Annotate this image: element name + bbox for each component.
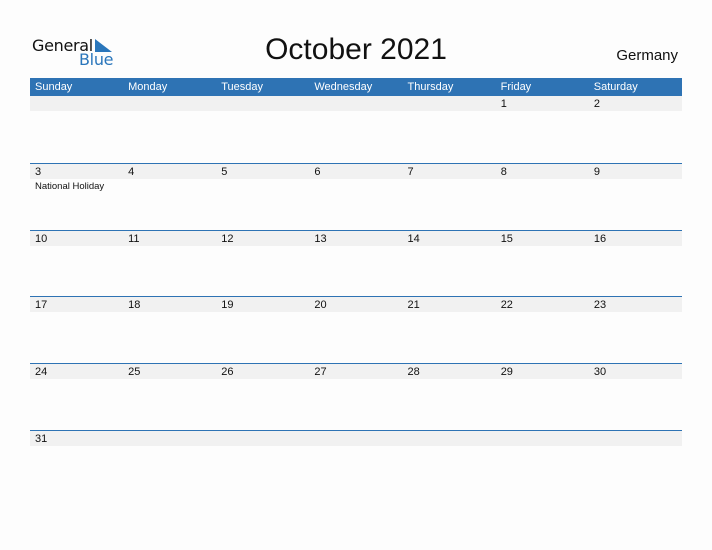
day-cell: 25	[123, 364, 216, 431]
day-number: 20	[314, 299, 327, 311]
day-cell	[309, 431, 402, 498]
day-number: 31	[35, 433, 48, 445]
weekday-header: Sunday Monday Tuesday Wednesday Thursday…	[30, 78, 682, 96]
day-number: 8	[500, 166, 507, 178]
week-row: 17 18 19 20 21 22 23	[30, 296, 682, 364]
day-number: 10	[35, 233, 48, 245]
day-cell: 5	[216, 164, 309, 231]
day-cell: 28	[403, 364, 496, 431]
day-cell: 21	[403, 297, 496, 364]
weekday-sunday: Sunday	[35, 81, 73, 93]
day-number: 26	[221, 366, 234, 378]
day-cell: 15	[496, 231, 589, 298]
day-cell: 31	[30, 431, 123, 498]
day-number: 17	[35, 299, 48, 311]
weekday-saturday: Saturday	[593, 81, 638, 93]
day-cell: 22	[496, 297, 589, 364]
day-cell: 2	[589, 96, 682, 163]
day-number: 6	[314, 166, 321, 178]
day-number: 29	[500, 366, 513, 378]
day-cell: 12	[216, 231, 309, 298]
day-number: 25	[128, 366, 141, 378]
day-cell: 23	[589, 297, 682, 364]
day-cell: 24	[30, 364, 123, 431]
weekday-monday: Monday	[128, 81, 168, 93]
week-row: 24 25 26 27 28 29 30	[30, 363, 682, 431]
day-cell: 14	[403, 231, 496, 298]
day-number: 18	[128, 299, 141, 311]
day-cell: 8	[496, 164, 589, 231]
day-cell	[123, 431, 216, 498]
day-number: 28	[407, 366, 420, 378]
day-number: 27	[314, 366, 327, 378]
day-cell	[403, 96, 496, 163]
day-number: 11	[128, 233, 140, 245]
day-number: 12	[221, 233, 234, 245]
day-cell: 4	[123, 164, 216, 231]
day-number: 15	[500, 233, 513, 245]
day-cell	[30, 96, 123, 163]
day-cell	[589, 431, 682, 498]
day-number: 14	[407, 233, 420, 245]
day-number: 1	[500, 98, 507, 110]
day-cell	[309, 96, 402, 163]
day-cell: 20	[309, 297, 402, 364]
day-cell: 3 National Holiday	[30, 164, 123, 231]
day-cell: 7	[403, 164, 496, 231]
day-cell	[216, 96, 309, 163]
weekday-thursday: Thursday	[407, 81, 454, 93]
day-cell: 16	[589, 231, 682, 298]
day-cell: 27	[309, 364, 402, 431]
day-number: 16	[593, 233, 607, 245]
country-label: Germany	[616, 47, 678, 64]
day-cell: 6	[309, 164, 402, 231]
day-cell	[496, 431, 589, 498]
day-cell: 1	[496, 96, 589, 163]
weekday-wednesday: Wednesday	[314, 81, 373, 93]
holiday-label: National Holiday	[35, 181, 105, 192]
day-cell: 18	[123, 297, 216, 364]
week-row: 31	[30, 430, 682, 498]
day-number: 30	[593, 366, 607, 378]
weekday-tuesday: Tuesday	[221, 81, 264, 93]
day-number: 5	[221, 166, 228, 178]
day-number: 7	[407, 166, 414, 178]
day-number: 24	[35, 366, 48, 378]
day-cell: 13	[309, 231, 402, 298]
week-row: 12	[30, 96, 682, 163]
day-cell	[123, 96, 216, 163]
day-cell: 10	[30, 231, 123, 298]
day-number: 23	[593, 299, 607, 311]
day-cell: 29	[496, 364, 589, 431]
day-cell: 17	[30, 297, 123, 364]
day-number: 13	[314, 233, 327, 245]
day-number: 4	[128, 166, 135, 178]
week-row: 10 11 12 13 14 15 16	[30, 230, 682, 298]
day-number: 19	[221, 299, 234, 311]
weekday-friday: Friday	[500, 81, 532, 93]
day-cell: 19	[216, 297, 309, 364]
day-cell	[403, 431, 496, 498]
day-cell	[216, 431, 309, 498]
day-number: 22	[500, 299, 513, 311]
page-title: October 2021	[265, 33, 447, 66]
day-cell: 9	[589, 164, 682, 231]
day-cell: 26	[216, 364, 309, 431]
day-number: 3	[35, 166, 42, 178]
day-number: 21	[407, 299, 420, 311]
day-cell: 30	[589, 364, 682, 431]
day-cell: 11	[123, 231, 216, 298]
day-number: 2	[593, 98, 600, 110]
day-number: 9	[593, 166, 600, 178]
week-row: 3 National Holiday 4 5 6 7 8 9	[30, 163, 682, 231]
